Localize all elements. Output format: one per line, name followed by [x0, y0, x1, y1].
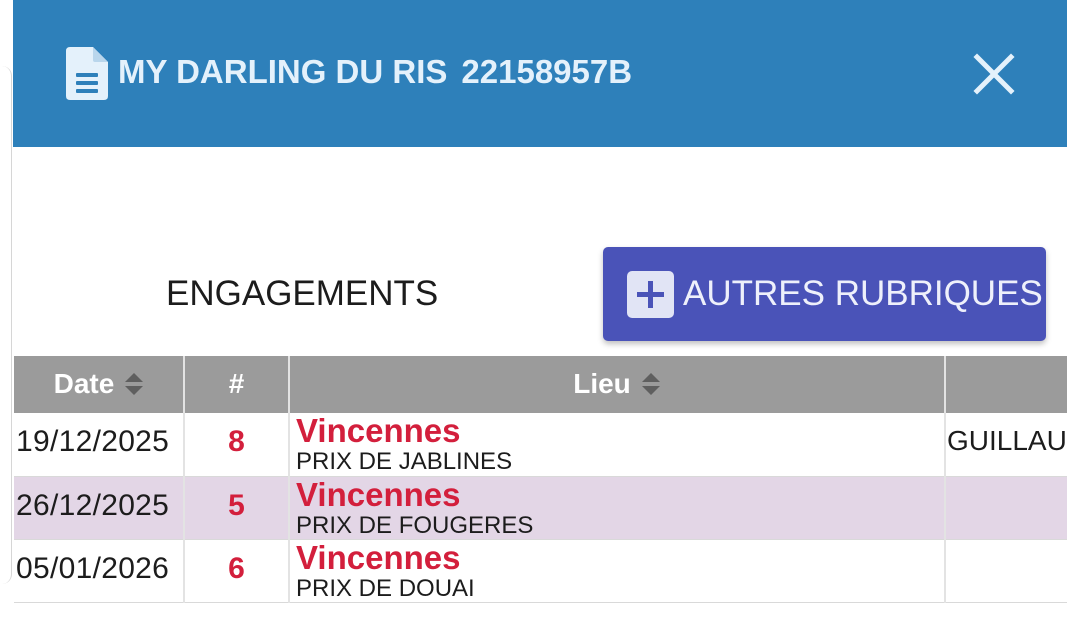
- column-header-number-label: #: [228, 368, 245, 399]
- table-row[interactable]: 26/12/2025 5 Vincennes PRIX DE FOUGERES: [14, 477, 1067, 540]
- row-number: 8: [228, 425, 245, 458]
- column-divider: [944, 356, 946, 603]
- row-number: 6: [228, 552, 245, 585]
- row-number: 5: [228, 489, 245, 522]
- row-date: 19/12/2025: [16, 425, 170, 458]
- page: MY DARLING DU RIS 22158957B ENGAGEMENTS A…: [0, 0, 1080, 627]
- column-header-number[interactable]: #: [185, 356, 288, 413]
- lieu-name: Vincennes: [296, 539, 461, 576]
- prix-name: PRIX DE FOUGERES: [296, 512, 534, 539]
- row-lieu: Vincennes PRIX DE DOUAI: [296, 540, 475, 602]
- column-divider: [288, 356, 290, 603]
- drawer-edge: [0, 66, 12, 584]
- horse-name: MY DARLING DU RIS: [118, 53, 448, 90]
- horse-code: 22158957B: [461, 53, 633, 90]
- sort-icon: [641, 372, 660, 395]
- table-row[interactable]: 05/01/2026 6 Vincennes PRIX DE DOUAI: [14, 540, 1067, 603]
- document-icon: [66, 47, 108, 100]
- page-title: MY DARLING DU RIS 22158957B: [118, 52, 632, 92]
- table-row[interactable]: 19/12/2025 8 Vincennes PRIX DE JABLINES …: [14, 413, 1067, 476]
- column-header-date-label: Date: [53, 368, 115, 399]
- column-header-date[interactable]: Date: [14, 356, 184, 413]
- tab-engagements[interactable]: ENGAGEMENTS: [166, 272, 438, 316]
- prix-name: PRIX DE DOUAI: [296, 575, 475, 602]
- lieu-name: Vincennes: [296, 476, 461, 513]
- row-date: 26/12/2025: [16, 489, 170, 522]
- table-header: Date # Lieu: [14, 356, 1067, 413]
- column-header-extra[interactable]: [946, 356, 1067, 413]
- autres-rubriques-label: AUTRES RUBRIQUES: [683, 274, 1043, 313]
- plus-square-icon: [627, 271, 674, 318]
- row-divider: [14, 602, 1067, 603]
- column-header-lieu[interactable]: Lieu: [290, 356, 944, 413]
- column-divider: [183, 356, 185, 603]
- row-lieu: Vincennes PRIX DE JABLINES: [296, 413, 512, 475]
- row-date: 05/01/2026: [16, 552, 170, 585]
- autres-rubriques-button[interactable]: AUTRES RUBRIQUES: [603, 247, 1046, 341]
- lieu-name: Vincennes: [296, 412, 461, 449]
- column-header-lieu-label: Lieu: [573, 368, 631, 399]
- close-icon[interactable]: [972, 52, 1016, 96]
- row-lieu: Vincennes PRIX DE FOUGERES: [296, 477, 533, 539]
- row-extra: GUILLAU: [947, 425, 1067, 456]
- prix-name: PRIX DE JABLINES: [296, 448, 513, 475]
- sort-icon: [125, 372, 144, 395]
